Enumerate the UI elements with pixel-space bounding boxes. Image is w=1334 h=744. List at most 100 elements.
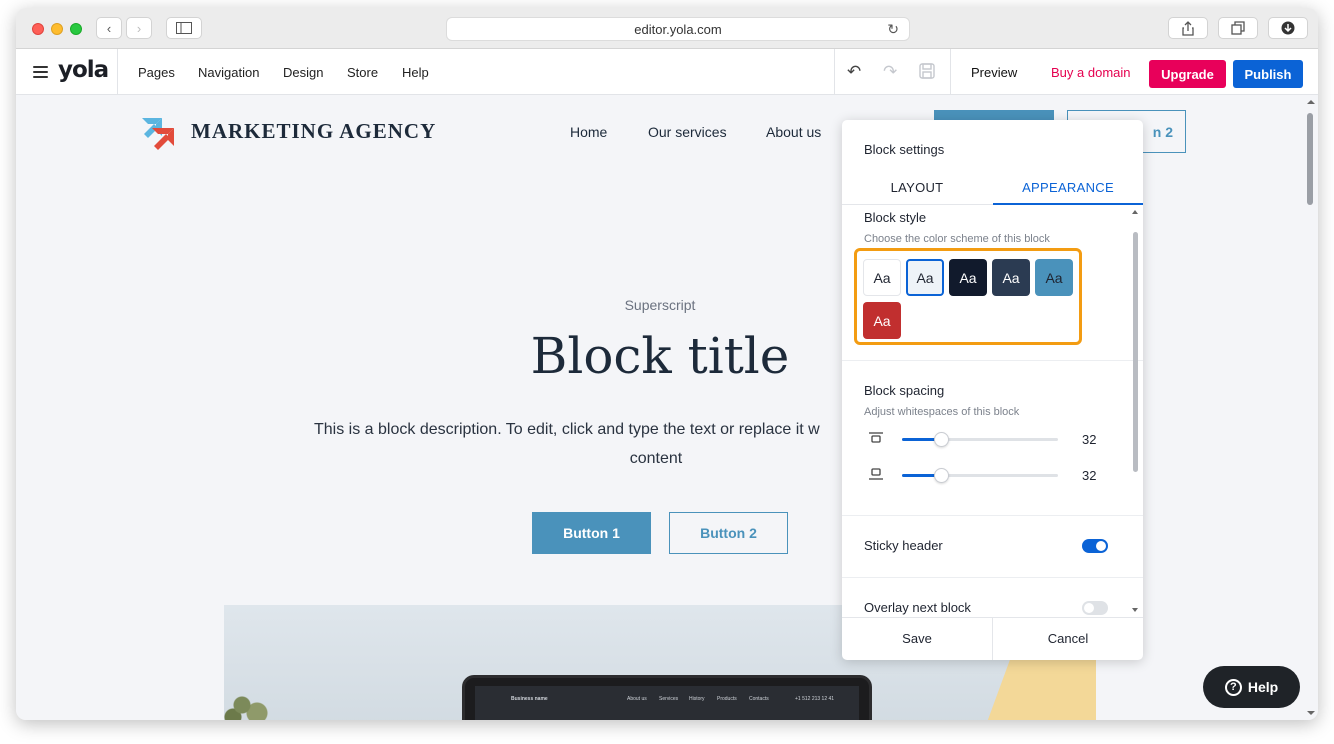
laptop-phone: +1 512 213 12 41 — [795, 696, 835, 702]
site-nav-about[interactable]: About us — [766, 124, 821, 140]
color-scheme-swatch[interactable]: Aa — [863, 302, 901, 339]
chevron-right-icon: › — [136, 20, 142, 36]
sidebar-icon — [176, 22, 192, 34]
toggle-knob — [1084, 603, 1094, 613]
top-spacing-value: 32 — [1082, 432, 1097, 447]
toolbar-divider — [117, 49, 118, 94]
site-nav-services[interactable]: Our services — [648, 124, 727, 140]
plant-decoration — [224, 685, 284, 720]
laptop-nav-item: Contacts — [749, 696, 769, 702]
scroll-down-icon[interactable] — [1131, 606, 1139, 614]
tabs-overview-button[interactable] — [1218, 17, 1258, 39]
panel-footer: Save Cancel — [842, 617, 1143, 660]
page-scroll-thumb[interactable] — [1307, 113, 1313, 205]
buy-domain-link[interactable]: Buy a domain — [1051, 65, 1131, 80]
downloads-button[interactable] — [1268, 17, 1308, 39]
overlay-next-block-toggle[interactable] — [1082, 601, 1108, 615]
tab-layout[interactable]: LAYOUT — [842, 180, 992, 195]
header-button-2-label: n 2 — [1152, 123, 1173, 140]
panel-tabs: LAYOUT APPEARANCE — [842, 171, 1143, 205]
forward-button[interactable]: › — [126, 17, 152, 39]
block-style-title: Block style — [864, 210, 927, 225]
section-divider — [842, 360, 1143, 361]
panel-body: Block style Choose the color scheme of t… — [842, 206, 1143, 616]
panel-scroll-thumb[interactable] — [1133, 232, 1138, 472]
browser-window: ‹ › editor.yola.com ↻ yola Pages Navigat… — [16, 8, 1318, 720]
share-button[interactable] — [1168, 17, 1208, 39]
close-window-button[interactable] — [32, 23, 44, 35]
publish-button[interactable]: Publish — [1233, 60, 1303, 88]
yola-logo: yola — [58, 57, 109, 83]
nav-pages[interactable]: Pages — [138, 65, 175, 80]
chevron-left-icon: ‹ — [106, 20, 112, 36]
site-brand-name[interactable]: MARKETING AGENCY — [191, 119, 436, 144]
block-settings-panel: Block settings LAYOUT APPEARANCE Block s… — [842, 120, 1143, 660]
color-scheme-swatch[interactable]: Aa — [1035, 259, 1073, 296]
url-text: editor.yola.com — [634, 21, 722, 37]
overlay-next-block-label: Overlay next block — [864, 600, 971, 615]
laptop-nav-item: History — [689, 696, 705, 702]
editor-toolbar: yola Pages Navigation Design Store Help … — [16, 49, 1318, 95]
share-icon — [1182, 20, 1194, 36]
nav-navigation[interactable]: Navigation — [198, 65, 259, 80]
panel-title: Block settings — [864, 142, 945, 157]
save-button[interactable]: Save — [842, 631, 992, 646]
reload-icon[interactable]: ↻ — [887, 21, 899, 38]
laptop-nav-item: Services — [659, 696, 679, 702]
top-spacing-icon — [869, 432, 883, 443]
upgrade-button[interactable]: Upgrade — [1149, 60, 1226, 88]
bottom-spacing-value: 32 — [1082, 468, 1097, 483]
top-spacing-slider[interactable] — [902, 432, 1058, 447]
toolbar-divider — [950, 49, 951, 94]
scroll-down-icon[interactable] — [1304, 708, 1318, 718]
minimize-window-button[interactable] — [51, 23, 63, 35]
section-divider — [842, 515, 1143, 516]
block-spacing-title: Block spacing — [864, 383, 945, 398]
toggle-knob — [1096, 541, 1106, 551]
hamburger-menu-icon[interactable] — [33, 66, 48, 78]
laptop-mockup: Business name About us Services History … — [462, 675, 872, 720]
block-button-2[interactable]: Button 2 — [669, 512, 788, 554]
address-bar[interactable]: editor.yola.com ↻ — [446, 17, 910, 41]
tab-appearance[interactable]: APPEARANCE — [993, 180, 1143, 195]
help-button[interactable]: ? Help — [1203, 666, 1300, 708]
sidebar-toggle-button[interactable] — [166, 17, 202, 39]
help-label: Help — [1247, 679, 1279, 695]
preview-button[interactable]: Preview — [971, 65, 1017, 80]
save-icon[interactable] — [919, 63, 935, 84]
nav-store[interactable]: Store — [347, 65, 378, 80]
bottom-spacing-thumb[interactable] — [934, 468, 949, 483]
laptop-nav-item: About us — [627, 696, 647, 702]
laptop-nav-item: Products — [717, 696, 737, 702]
color-scheme-swatch[interactable]: Aa — [906, 259, 944, 296]
maximize-window-button[interactable] — [70, 23, 82, 35]
site-nav-home[interactable]: Home — [570, 124, 607, 140]
laptop-business-name: Business name — [511, 696, 548, 702]
back-button[interactable]: ‹ — [96, 17, 122, 39]
nav-design[interactable]: Design — [283, 65, 323, 80]
section-divider — [842, 577, 1143, 578]
block-style-subtitle: Choose the color scheme of this block — [864, 233, 1050, 245]
bottom-spacing-slider[interactable] — [902, 468, 1058, 483]
scroll-up-icon[interactable] — [1304, 97, 1318, 107]
agency-logo-icon — [142, 118, 174, 150]
bottom-spacing-icon — [869, 468, 883, 480]
color-scheme-swatch[interactable]: Aa — [863, 259, 901, 296]
color-scheme-swatch[interactable]: Aa — [949, 259, 987, 296]
toolbar-divider — [834, 49, 835, 94]
sticky-header-label: Sticky header — [864, 538, 943, 553]
color-scheme-swatch[interactable]: Aa — [992, 259, 1030, 296]
undo-icon[interactable]: ↶ — [847, 62, 861, 82]
block-button-1[interactable]: Button 1 — [532, 512, 651, 554]
redo-icon[interactable]: ↷ — [883, 62, 897, 82]
download-icon — [1281, 21, 1295, 35]
cancel-button[interactable]: Cancel — [993, 631, 1143, 646]
nav-help[interactable]: Help — [402, 65, 429, 80]
page-scrollbar[interactable] — [1304, 95, 1318, 720]
panel-scrollbar[interactable] — [1131, 206, 1139, 616]
laptop-screen: Business name About us Services History … — [475, 686, 859, 720]
top-spacing-thumb[interactable] — [934, 432, 949, 447]
active-tab-indicator — [993, 203, 1143, 205]
sticky-header-toggle[interactable] — [1082, 539, 1108, 553]
scroll-up-icon[interactable] — [1131, 208, 1139, 216]
